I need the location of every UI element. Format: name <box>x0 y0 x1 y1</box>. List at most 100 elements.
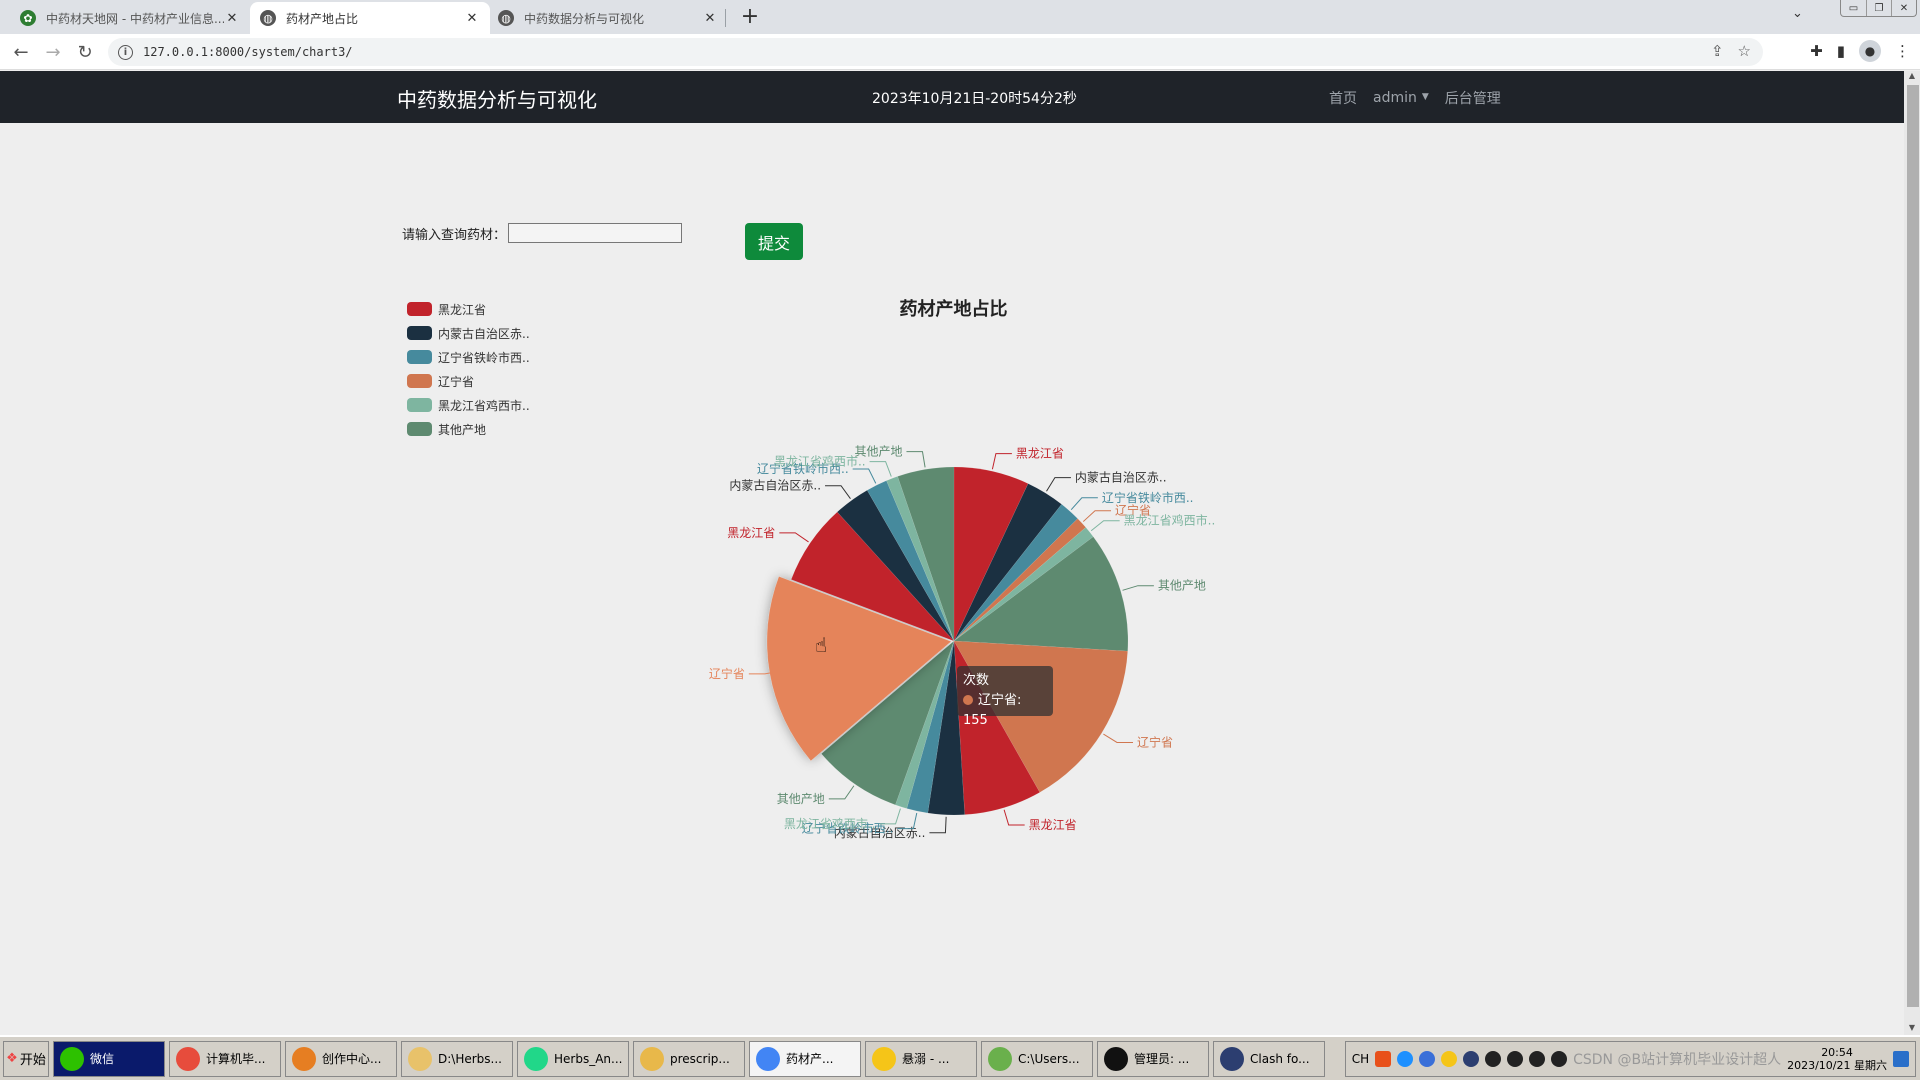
new-tab-button[interactable]: + <box>738 4 762 29</box>
pie-label: 其他产地 <box>854 445 902 459</box>
clash-icon <box>1220 1046 1244 1071</box>
scrollbar-thumb[interactable] <box>1907 85 1919 1007</box>
page-viewport: 中药数据分析与可视化 2023年10月21日-20时54分2秒 首页 admin… <box>0 71 1904 1035</box>
browser-tab-2[interactable]: ◍ 药材产地占比 ✕ <box>250 2 490 34</box>
extensions-puzzle-icon[interactable]: ✚ <box>1810 42 1823 60</box>
pie-label: 黑龙江省 <box>1016 447 1064 461</box>
taskbar-button[interactable]: 计算机毕... <box>169 1040 281 1077</box>
pie-label: 其他产地 <box>1158 579 1206 593</box>
watermark-text: CSDN @B站计算机毕业设计超人 <box>1573 1052 1782 1068</box>
taskbar-button[interactable]: 管理员: ... <box>1097 1040 1209 1077</box>
more-menu-icon[interactable]: ⋮ <box>1895 42 1910 60</box>
pie-label: 辽宁省铁岭市西.. <box>1102 490 1194 505</box>
browser-tab-1[interactable]: ✿ 中药材天地网 - 中药材产业信息... ✕ <box>10 2 250 34</box>
tab-search-chevron-icon[interactable]: ⌄ <box>1792 6 1803 21</box>
chrome-icon <box>756 1046 780 1071</box>
system-tray: CH CSDN @B站计算机毕业设计超人 20:54 2023/10/21 星期… <box>1344 1041 1916 1077</box>
taskbar-button[interactable]: prescrip... <box>633 1040 745 1077</box>
taskbar-button[interactable]: D:\Herbs... <box>401 1040 513 1077</box>
close-window-icon[interactable]: ✕ <box>1891 0 1916 16</box>
herb-site-icon: ✿ <box>20 10 36 26</box>
minimize-icon[interactable]: ▭ <box>1841 0 1866 16</box>
taskbar-button-label: Herbs_An... <box>554 1051 623 1066</box>
pie-label-line <box>1003 809 1025 826</box>
taskbar-button[interactable]: 微信 <box>53 1040 165 1077</box>
address-bar: ← → ↻ i 127.0.0.1:8000/system/chart3/ ⇪ … <box>0 34 1920 70</box>
onedrive-icon[interactable] <box>1397 1051 1414 1067</box>
vertical-scrollbar[interactable]: ▲ ▼ <box>1904 71 1920 1035</box>
pie-label: 内蒙古自治区赤.. <box>1075 470 1167 485</box>
globe-icon: ◍ <box>260 10 276 26</box>
taskbar-button[interactable]: 创作中心... <box>285 1040 397 1077</box>
taskbar-button[interactable]: Herbs_An... <box>517 1040 629 1077</box>
pie-label: 辽宁省 <box>1137 734 1173 749</box>
taskbar-button-label: 创作中心... <box>322 1052 382 1066</box>
browser-tab-3[interactable]: ◍ 中药数据分析与可视化 ✕ <box>488 2 728 34</box>
browser-icon <box>176 1046 200 1071</box>
pie-label: 黑龙江省鸡西市.. <box>1124 513 1216 528</box>
language-indicator[interactable]: CH <box>1352 1052 1369 1066</box>
pie-chart: 黑龙江省内蒙古自治区赤..辽宁省铁岭市西..辽宁省黑龙江省鸡西市..其他产地辽宁… <box>709 445 1216 840</box>
close-tab-icon[interactable]: ✕ <box>464 11 480 26</box>
close-tab-icon[interactable]: ✕ <box>224 11 240 26</box>
tab-label: 药材产地占比 <box>286 11 359 26</box>
reload-icon[interactable]: ↻ <box>74 41 96 63</box>
taskbar-button[interactable]: 悬溺 - ... <box>865 1040 977 1077</box>
taskbar-button-label: Clash fo... <box>1250 1051 1310 1066</box>
url-text[interactable]: 127.0.0.1:8000/system/chart3/ <box>143 45 353 59</box>
pie-label-line <box>869 461 892 477</box>
taskbar-button-label: 悬溺 - ... <box>902 1052 950 1066</box>
pie-label: 黑龙江省鸡西市.. <box>774 454 866 469</box>
music-tray-icon[interactable] <box>1441 1051 1458 1067</box>
taskbar-button-label: 计算机毕... <box>206 1052 266 1066</box>
system-clock[interactable]: 20:54 2023/10/21 星期六 <box>1787 1046 1887 1072</box>
taskbar-button-label: 管理员: ... <box>1134 1052 1190 1066</box>
pycharm-icon <box>524 1046 548 1071</box>
pie-label: 黑龙江省鸡西市.. <box>784 816 876 831</box>
pie-label: 黑龙江省 <box>727 526 775 540</box>
restore-icon[interactable]: ❐ <box>1866 0 1891 16</box>
taskbar-button[interactable]: Clash fo... <box>1213 1040 1325 1077</box>
sogou-input-icon[interactable] <box>1375 1051 1392 1067</box>
show-desktop-icon[interactable] <box>1893 1051 1909 1067</box>
music-icon <box>872 1046 896 1071</box>
qq-icon[interactable] <box>1551 1051 1568 1067</box>
taskbar-button[interactable]: C:\Users... <box>981 1040 1093 1077</box>
site-info-icon[interactable]: i <box>118 44 133 60</box>
qq-icon[interactable] <box>1507 1051 1524 1067</box>
pie-label: 黑龙江省 <box>1029 818 1077 832</box>
tab-separator <box>725 9 726 27</box>
pie-label-line <box>828 785 855 800</box>
scroll-down-icon[interactable]: ▼ <box>1904 1023 1920 1035</box>
tooltip-title: 次数 <box>963 673 990 688</box>
chart-tooltip: 次数 辽宁省: 155 <box>957 666 1053 728</box>
close-tab-icon[interactable]: ✕ <box>702 11 718 26</box>
start-button[interactable]: ❖ 开始 <box>3 1040 49 1077</box>
share-icon[interactable]: ⇪ <box>1711 42 1724 60</box>
clock-time: 20:54 <box>1821 1046 1853 1059</box>
url-field[interactable]: i 127.0.0.1:8000/system/chart3/ ⇪ ☆ <box>108 38 1763 66</box>
pie-label-line <box>1103 733 1133 743</box>
forward-icon[interactable]: → <box>42 41 64 63</box>
clash-tray-icon[interactable] <box>1463 1051 1480 1067</box>
side-panel-icon[interactable]: ▮ <box>1837 42 1845 60</box>
pie-label-line <box>1082 510 1112 522</box>
taskbar-button[interactable]: 药材产... <box>749 1040 861 1077</box>
scroll-up-icon[interactable]: ▲ <box>1904 71 1920 83</box>
qq-icon[interactable] <box>1529 1051 1546 1067</box>
taskbar-button-label: C:\Users... <box>1018 1051 1080 1066</box>
cmd-icon <box>1104 1046 1128 1071</box>
qq-icon[interactable] <box>1485 1051 1502 1067</box>
tab-label: 中药数据分析与可视化 <box>524 11 645 26</box>
profile-avatar-icon[interactable]: ● <box>1859 40 1881 62</box>
bookmark-star-icon[interactable]: ☆ <box>1738 42 1751 60</box>
back-icon[interactable]: ← <box>10 41 32 63</box>
pie-label-line <box>1046 477 1071 492</box>
hand-cursor-icon: ☝ <box>815 633 828 657</box>
pie-label: 辽宁省 <box>709 666 745 681</box>
taskbar-buttons: 微信 计算机毕... 创作中心... D:\Herbs... Herbs_An... pr… <box>53 1040 1325 1077</box>
tab-label: 中药材天地网 - 中药材产业信息... <box>46 11 224 26</box>
security-shield-icon[interactable] <box>1419 1051 1436 1067</box>
windows-logo-icon: ❖ <box>6 1051 18 1066</box>
browser-icon <box>292 1046 316 1071</box>
